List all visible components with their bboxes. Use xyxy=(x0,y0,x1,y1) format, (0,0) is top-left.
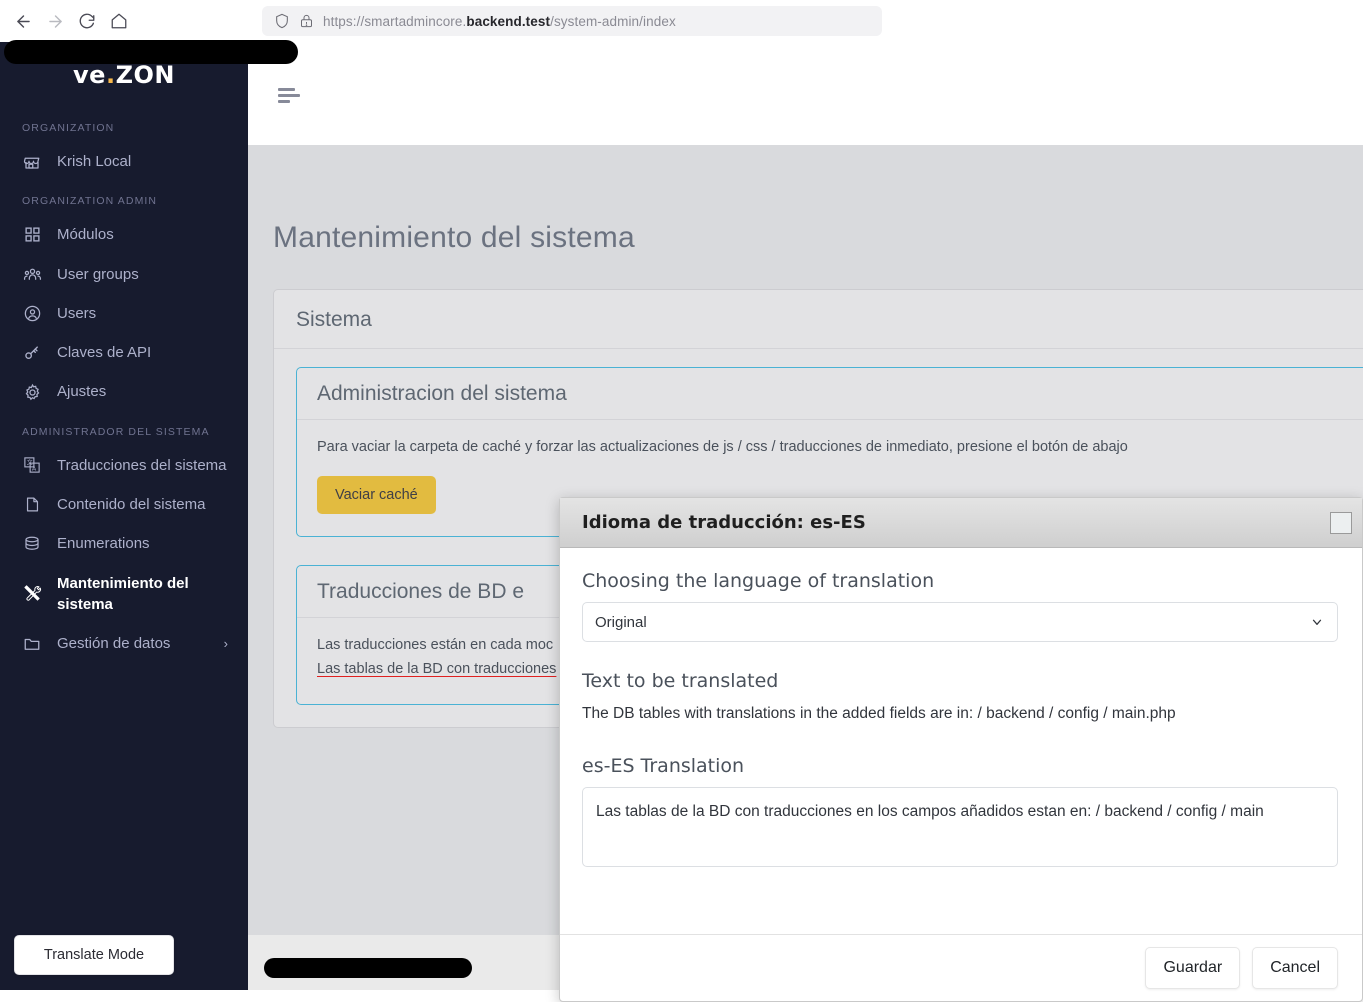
translation-modal: Idioma de traducción: es-ES Choosing the… xyxy=(559,497,1363,1002)
sidebar-item-label: Contenido del sistema xyxy=(57,496,206,514)
reload-icon[interactable] xyxy=(72,6,102,36)
grid-icon xyxy=(22,225,42,245)
application-shell: ve.ZON ORGANIZATION Krish Local ORGANIZA… xyxy=(0,42,1363,1002)
sidebar-item-gestion-de-datos[interactable]: Gestión de datos › xyxy=(0,624,248,663)
sidebar-section-organization-admin: ORGANIZATION ADMIN xyxy=(22,195,158,208)
browser-nav-buttons xyxy=(0,6,134,36)
url-prefix: https://smartadmincore. xyxy=(323,13,467,29)
language-select-wrapper: Original xyxy=(582,602,1338,642)
close-button-icon[interactable] xyxy=(1330,511,1352,534)
sidebar-item-ajustes[interactable]: Ajustes xyxy=(0,372,248,411)
sidebar-item-contenido-del-sistema[interactable]: Contenido del sistema xyxy=(0,485,248,524)
sidebar-section-organization: ORGANIZATION xyxy=(22,122,115,134)
store-icon xyxy=(22,152,42,172)
redaction-bar-bottom xyxy=(264,958,472,978)
vaciar-cache-button[interactable]: Vaciar caché xyxy=(317,475,436,514)
gear-icon xyxy=(22,382,42,402)
modal-header: Idioma de traducción: es-ES xyxy=(560,498,1362,548)
modal-footer: Guardar Cancel xyxy=(560,934,1362,1001)
cancel-button[interactable]: Cancel xyxy=(1252,947,1338,989)
redaction-bar-top xyxy=(4,40,298,64)
translation-textarea[interactable] xyxy=(582,786,1338,867)
sidebar-item-claves-de-api[interactable]: Claves de API xyxy=(0,333,248,372)
brand-text: ve.ZON xyxy=(73,61,175,89)
shield-icon xyxy=(274,12,290,30)
back-arrow-icon[interactable] xyxy=(8,6,38,36)
sidebar-item-user-groups[interactable]: User groups xyxy=(0,255,248,294)
database-icon xyxy=(22,534,42,554)
language-select[interactable]: Original xyxy=(582,602,1338,642)
translate-mode-label: Translate Mode xyxy=(43,947,145,963)
sidebar-item-users[interactable]: Users xyxy=(0,294,248,333)
sidebar-item-label: User groups xyxy=(57,265,139,283)
sidebar-item-krish-local[interactable]: Krish Local xyxy=(0,142,248,181)
translate-mode-button[interactable]: Translate Mode xyxy=(14,935,174,975)
app-topbar xyxy=(248,42,1363,145)
svg-text:A: A xyxy=(32,466,37,473)
sidebar-item-label: Users xyxy=(57,304,97,322)
sidebar: ve.ZON ORGANIZATION Krish Local ORGANIZA… xyxy=(0,42,248,990)
sidebar-item-label: Módulos xyxy=(57,226,114,244)
sistema-card-title: Sistema xyxy=(274,290,1363,349)
lock-warning-icon xyxy=(299,12,314,30)
administracion-card-title: Administracion del sistema xyxy=(297,368,1363,420)
sidebar-section-administrador-del-sistema: ADMINISTRADOR DEL SISTEMA xyxy=(22,425,210,438)
hamburger-menu-icon[interactable] xyxy=(278,88,302,104)
users-group-icon xyxy=(22,264,42,284)
sidebar-item-mantenimiento-del-sistema[interactable]: Mantenimiento del sistema xyxy=(0,564,248,625)
folder-icon xyxy=(22,634,42,654)
sidebar-item-modulos[interactable]: Módulos xyxy=(0,215,248,254)
translate-icon: 文A xyxy=(22,455,42,475)
tools-icon xyxy=(22,584,42,604)
source-text-label: Text to be translated xyxy=(582,670,779,692)
sidebar-item-traducciones-del-sistema[interactable]: 文A Traducciones del sistema xyxy=(0,446,248,485)
url-text: https://smartadmincore.backend.test/syst… xyxy=(323,14,676,29)
sidebar-item-label: Traducciones del sistema xyxy=(57,456,227,474)
forward-arrow-icon[interactable] xyxy=(40,6,70,36)
modal-body: Choosing the language of translation Ori… xyxy=(560,548,1362,934)
sidebar-item-label: Claves de API xyxy=(57,344,152,362)
key-icon xyxy=(22,343,42,363)
source-text-value: The DB tables with translations in the a… xyxy=(582,705,1176,722)
administracion-description: Para vaciar la carpeta de caché y forzar… xyxy=(317,439,1128,455)
sidebar-item-label: Krish Local xyxy=(57,153,132,170)
url-domain: backend.test xyxy=(466,13,551,29)
address-bar[interactable]: https://smartadmincore.backend.test/syst… xyxy=(262,6,882,36)
sidebar-item-enumerations[interactable]: Enumerations xyxy=(0,524,248,563)
sidebar-item-label: Ajustes xyxy=(57,383,107,401)
browser-toolbar: https://smartadmincore.backend.test/syst… xyxy=(0,0,1363,42)
sidebar-item-label: Mantenimiento del sistema xyxy=(57,574,189,613)
save-button[interactable]: Guardar xyxy=(1145,947,1241,989)
user-circle-icon xyxy=(22,304,42,324)
home-icon[interactable] xyxy=(104,6,134,36)
sidebar-item-label: Enumerations xyxy=(57,535,150,553)
page-title: Mantenimiento del sistema xyxy=(273,221,635,254)
sidebar-item-label: Gestión de datos xyxy=(57,635,171,653)
chevron-right-icon: › xyxy=(223,636,228,652)
url-path: /system-admin/index xyxy=(550,13,676,29)
document-icon xyxy=(22,495,42,515)
language-select-label: Choosing the language of translation xyxy=(582,570,935,592)
translation-label: es-ES Translation xyxy=(582,754,745,777)
modal-title: Idioma de traducción: es-ES xyxy=(582,512,866,533)
